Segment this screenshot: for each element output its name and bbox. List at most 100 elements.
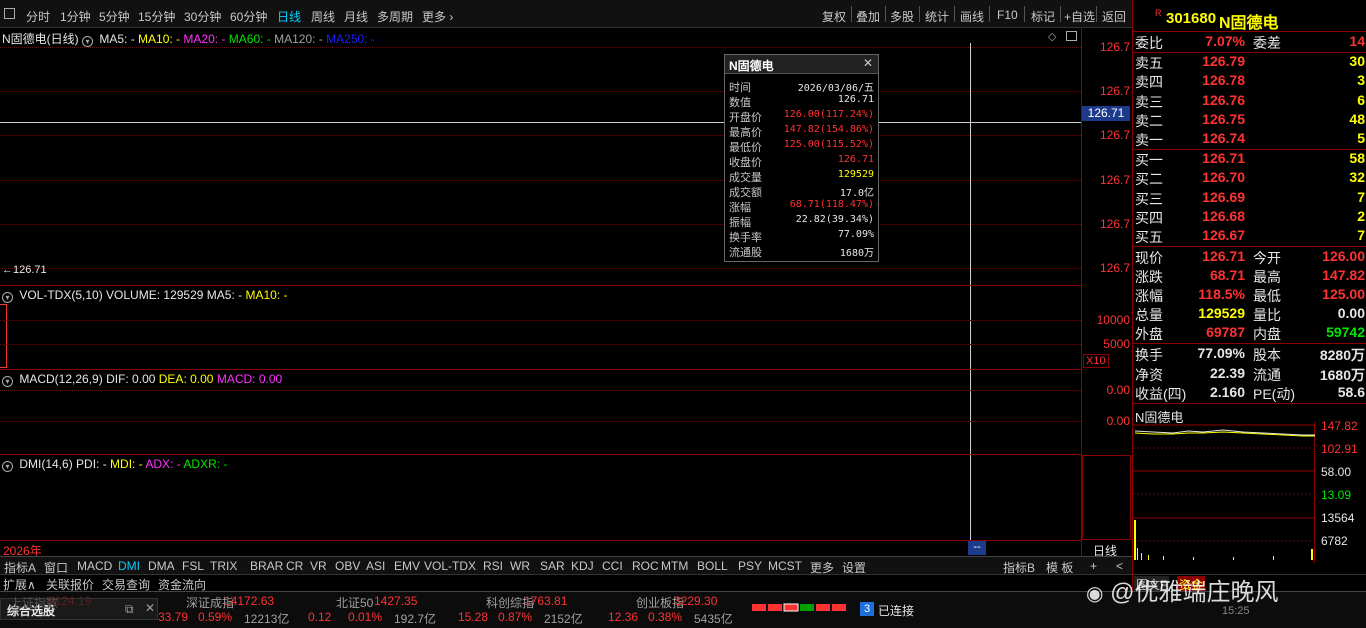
mini-intraday-chart [1133,423,1315,563]
order-volume: 6 [1357,91,1365,108]
tool-button[interactable]: 多股 [890,8,914,25]
indicator-tab-right[interactable]: < [1116,559,1123,573]
indicator-tab[interactable]: ROC [632,559,659,573]
indicator-tab[interactable]: RSI [483,559,503,573]
indicator-tab[interactable]: MACD [77,559,112,573]
stat-value: 129529 [1198,305,1245,321]
stat-label: 涨幅 [1135,288,1163,304]
indicator-tab[interactable]: CCI [602,559,623,573]
order-label: 买四 [1135,209,1163,226]
tooltip-row: 最低价 125.00(115.52%) [725,139,878,154]
index-amount: 5435亿 [694,612,733,626]
tooltip-key: 成交额 [729,187,762,199]
diamond-icon[interactable]: ◇ [1048,30,1056,43]
index-name[interactable]: 北证50 [336,594,373,611]
indicator-tab[interactable]: DMI [118,559,140,573]
tooltip-row: 数值 126.71 [725,94,878,109]
stat-value: 59742 [1326,324,1365,340]
order-price: 126.79 [1202,53,1245,69]
indicator-tab[interactable]: MCST [768,559,802,573]
period-tab-active[interactable]: 日线 [277,8,301,25]
price-axis-label: 126.7 [1099,217,1130,231]
period-tab[interactable]: 周线 [311,8,335,25]
order-price: 126.75 [1202,110,1245,127]
period-toolbar: 分时 1分钟 5分钟 15分钟 30分钟 60分钟 日线 周线 月线 多周期 更… [0,0,1132,28]
period-tab-more[interactable]: 更多 › [422,8,453,25]
period-tab[interactable]: 60分钟 [230,8,267,25]
tool-button[interactable]: 统计 [925,8,949,25]
order-volume: 30 [1349,53,1365,69]
indicator-name: MACD(12,26,9) [19,372,103,386]
stat-label: 股本 [1253,347,1281,363]
watermark: ◉ @优雅端庄晚风 [1086,572,1279,607]
x-axis-cursor-label: -- [968,541,986,555]
indicator-tab[interactable]: KDJ [571,559,594,573]
tooltip-row: 振幅 22.82(39.34%) [725,214,878,229]
chevron-down-icon[interactable]: ▾ [2,376,13,387]
period-tab[interactable]: 月线 [344,8,368,25]
menu-icon[interactable] [4,8,15,19]
connection-count[interactable]: 3 [860,602,874,616]
indicator-tab-right[interactable]: + [1090,559,1097,573]
extension-tabs: 扩展∧ 关联报价 交易查询 资金流向 [0,574,1132,592]
indicator-name: DMI(14,6) [19,457,73,471]
close-icon[interactable]: ✕ [863,56,873,70]
indicator-tab[interactable]: SAR [540,559,565,573]
stock-name: N固德电 [1219,15,1279,32]
period-tab[interactable]: 分时 [26,8,50,25]
indicator-tab[interactable]: OBV [335,559,360,573]
tool-button[interactable]: F10 [997,8,1018,22]
indicator-tab[interactable]: VR [310,559,327,573]
tool-button[interactable]: 叠加 [856,8,880,25]
period-tab[interactable]: 15分钟 [138,8,175,25]
vol-ma5: MA5: - [206,288,243,302]
order-label: 买五 [1135,229,1163,246]
index-value: 4124.19 [48,594,92,608]
index-amount: 12213亿 [244,612,290,626]
quote-panel: R 301680 N固德电 委比 7.07% 委差 14 卖五 126.79 30 卖… [1132,0,1366,628]
order-label: 卖一 [1135,132,1163,149]
chevron-down-icon[interactable]: ▾ [82,36,94,47]
order-volume: 7 [1357,188,1365,205]
indicator-tab[interactable]: BOLL [697,559,728,573]
index-value: 14172.63 [224,594,275,608]
indicator-tab[interactable]: PSY [738,559,762,573]
indicator-tab[interactable]: EMV [394,559,420,573]
period-tab[interactable]: 5分钟 [99,8,130,25]
indicator-tab[interactable]: DMA [148,559,175,573]
indicator-tab[interactable]: WR [510,559,530,573]
quote-stat-row: 净资 22.39 流通 1680万 [1135,365,1365,384]
tooltip-value: 22.82(39.34%) [795,214,874,225]
order-volume: 32 [1349,169,1365,186]
tooltip-key: 流通股 [729,247,762,259]
indicator-tab[interactable]: MTM [661,559,688,573]
volume-bar [0,304,7,368]
indicator-tab[interactable]: CR [286,559,303,573]
popout-icon[interactable]: ⧉ [125,602,134,617]
chevron-down-icon[interactable]: ▾ [2,292,13,303]
chevron-down-icon[interactable]: ▾ [2,461,13,472]
stat-label: 现价 [1135,250,1163,266]
indicator-tab[interactable]: FSL [182,559,204,573]
tooltip-row: 收盘价 126.71 [725,154,878,169]
index-value: 1763.81 [524,594,568,608]
period-tab[interactable]: 30分钟 [184,8,221,25]
tool-button[interactable]: 画线 [960,8,984,25]
tool-button[interactable]: 标记 [1031,8,1055,25]
indicator-tab[interactable]: ASI [366,559,385,573]
ask-row: 卖一 126.74 5 [1135,130,1365,149]
tool-button[interactable]: +自选 [1064,8,1095,25]
period-tab[interactable]: 1分钟 [60,8,91,25]
indicator-tab[interactable]: TRIX [210,559,237,573]
order-label: 买三 [1135,190,1163,207]
bid-row: 买四 126.68 2 [1135,208,1365,227]
order-label: 卖五 [1135,55,1163,71]
indicator-tab[interactable]: BRAR [250,559,283,573]
indicator-tab[interactable]: VOL-TDX [424,559,476,573]
tool-button[interactable]: 返回 [1102,8,1126,25]
tool-button[interactable]: 复权 [822,8,846,25]
period-tab[interactable]: 多周期 [377,8,413,25]
close-icon[interactable]: ✕ [145,601,155,615]
window-icon[interactable] [1066,31,1077,41]
mini-axis-label: 13.09 [1321,488,1352,502]
